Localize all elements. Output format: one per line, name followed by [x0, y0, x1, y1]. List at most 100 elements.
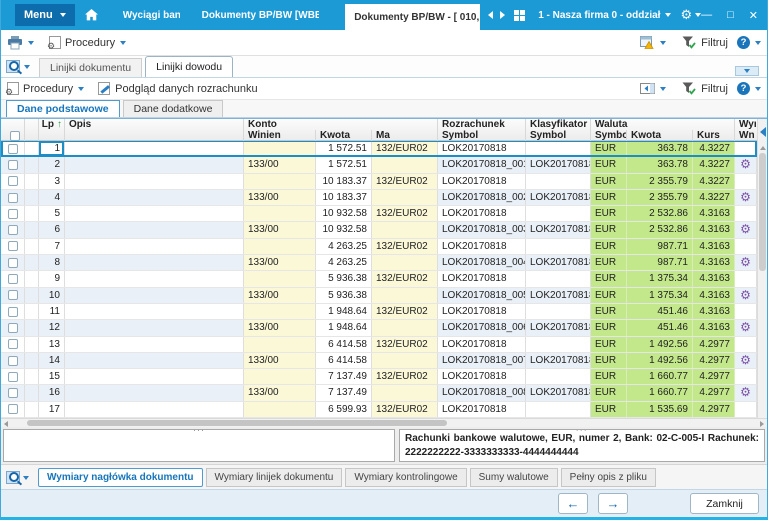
tab-wymiary-linijek[interactable]: Wymiary linijek dokumentu	[206, 468, 343, 487]
titlebar-tab-dokumenty[interactable]: Dokumenty BP/BW [WBEUR02: Wyc	[202, 10, 320, 21]
table-row[interactable]: 310 183.37132/EUR02LOK20170818EUR2 355.7…	[1, 174, 757, 190]
row-select-cell[interactable]	[1, 222, 25, 237]
chevron-down-icon[interactable]	[23, 476, 29, 480]
konto-kwota-cell[interactable]: 5 936.38	[316, 271, 372, 286]
row-checkbox[interactable]	[8, 372, 18, 382]
konto-winien-cell[interactable]: 133/00	[244, 353, 316, 368]
chevron-down-icon[interactable]	[28, 41, 34, 45]
dimensions-gear-icon[interactable]: ⚙	[739, 353, 752, 368]
opis-cell[interactable]	[65, 255, 244, 270]
tab-wymiary-naglowka[interactable]: Wymiary nagłówka dokumentu	[38, 468, 203, 487]
row-select-cell[interactable]	[1, 320, 25, 335]
funnel-filter-icon[interactable]	[682, 36, 696, 49]
vertical-scrollbar-thumb[interactable]	[759, 153, 766, 271]
row-checkbox[interactable]	[8, 144, 18, 154]
konto-kwota-cell[interactable]: 7 137.49	[316, 369, 372, 384]
row-select-cell[interactable]	[1, 288, 25, 303]
tab-scroll-left-icon[interactable]	[488, 11, 493, 19]
table-row[interactable]: 11 572.51132/EUR02LOK20170818EUR363.784.…	[1, 141, 757, 157]
table-row[interactable]: 14133/006 414.58LOK20170818_007LOK201708…	[1, 353, 757, 369]
konto-kwota-cell[interactable]: 7 137.49	[316, 385, 372, 400]
dimensions-gear-icon[interactable]: ⚙	[739, 288, 752, 303]
wymiary-wn-cell[interactable]: ⚙	[735, 353, 757, 368]
row-select-cell[interactable]	[1, 385, 25, 400]
opis-cell[interactable]	[65, 174, 244, 189]
konto-kwota-cell[interactable]: 1 948.64	[316, 320, 372, 335]
tab-pelny-opis[interactable]: Pełny opis z pliku	[561, 468, 656, 487]
menu-button[interactable]: Menu	[15, 4, 75, 26]
row-checkbox[interactable]	[8, 176, 18, 186]
row-checkbox[interactable]	[8, 160, 18, 170]
more-tabs-button[interactable]	[735, 66, 759, 76]
dock-panel-icon[interactable]	[640, 83, 655, 94]
row-select-cell[interactable]	[1, 157, 25, 172]
column-header-opis[interactable]: Opis	[65, 119, 244, 130]
konto-ma-cell[interactable]: 132/EUR02	[372, 174, 438, 189]
table-row[interactable]: 12133/001 948.64LOK20170818_006LOK201708…	[1, 320, 757, 336]
dimensions-gear-icon[interactable]: ⚙	[739, 385, 752, 400]
opis-cell[interactable]	[65, 320, 244, 335]
konto-ma-cell[interactable]: 132/EUR02	[372, 304, 438, 319]
konto-ma-cell[interactable]: 132/EUR02	[372, 369, 438, 384]
konto-ma-cell[interactable]: 132/EUR02	[372, 239, 438, 254]
dimensions-gear-icon[interactable]: ⚙	[739, 190, 752, 205]
wymiary-wn-cell[interactable]: ⚙	[735, 385, 757, 400]
table-row[interactable]: 510 932.58132/EUR02LOK20170818EUR2 532.8…	[1, 206, 757, 222]
konto-kwota-cell[interactable]: 10 932.58	[316, 222, 372, 237]
konto-kwota-cell[interactable]: 10 183.37	[316, 174, 372, 189]
konto-ma-cell[interactable]	[372, 190, 438, 205]
company-selector[interactable]: 1 - Nasza firma 0 - oddział	[538, 10, 671, 21]
konto-kwota-cell[interactable]: 4 263.25	[316, 255, 372, 270]
row-checkbox[interactable]	[8, 388, 18, 398]
table-row[interactable]: 136 414.58132/EUR02LOK20170818EUR1 492.5…	[1, 337, 757, 353]
preview-edit-icon[interactable]	[98, 82, 110, 95]
column-header-klasyfikator-symbol[interactable]: Symbol	[526, 130, 591, 141]
help-icon[interactable]: ?	[737, 36, 750, 49]
table-row[interactable]: 6133/0010 932.58LOK20170818_003LOK201708…	[1, 222, 757, 238]
dimensions-gear-icon[interactable]: ⚙	[739, 157, 752, 172]
table-row[interactable]: 157 137.49132/EUR02LOK20170818EUR1 660.7…	[1, 369, 757, 385]
table-row[interactable]: 176 599.93132/EUR02LOK20170818EUR1 535.6…	[1, 402, 757, 418]
horizontal-scrollbar[interactable]	[1, 418, 767, 427]
konto-winien-cell[interactable]	[244, 337, 316, 352]
minimize-button[interactable]: —	[701, 9, 712, 21]
konto-kwota-cell[interactable]: 5 936.38	[316, 288, 372, 303]
wymiary-wn-cell[interactable]: ⚙	[735, 222, 757, 237]
opis-cell[interactable]	[65, 402, 244, 417]
titlebar-settings[interactable]: ⚙	[680, 8, 701, 23]
tab-scroll-right-icon[interactable]	[500, 11, 505, 19]
konto-ma-cell[interactable]: 132/EUR02	[372, 206, 438, 221]
opis-cell[interactable]	[65, 369, 244, 384]
wymiary-wn-cell[interactable]: ⚙	[735, 157, 757, 172]
vertical-scrollbar[interactable]	[757, 119, 767, 418]
opis-cell[interactable]	[65, 206, 244, 221]
opis-cell[interactable]	[65, 353, 244, 368]
konto-kwota-cell[interactable]: 6 414.58	[316, 353, 372, 368]
row-checkbox[interactable]	[8, 225, 18, 235]
opis-cell[interactable]	[65, 304, 244, 319]
konto-winien-cell[interactable]: 133/00	[244, 222, 316, 237]
panel-grip[interactable]: ···	[193, 427, 205, 433]
row-select-cell[interactable]	[1, 255, 25, 270]
konto-ma-cell[interactable]	[372, 320, 438, 335]
tab-wymiary-kontrolingowe[interactable]: Wymiary kontrolingowe	[345, 468, 466, 487]
row-select-cell[interactable]	[1, 206, 25, 221]
panel-grip[interactable]: ···	[576, 429, 588, 433]
table-row[interactable]: 2133/001 572.51LOK20170818_001LOK2017081…	[1, 157, 757, 173]
konto-kwota-cell[interactable]: 6 414.58	[316, 337, 372, 352]
column-header-winien[interactable]: Winien	[244, 130, 316, 141]
row-checkbox[interactable]	[8, 193, 18, 203]
opis-cell[interactable]	[65, 141, 244, 156]
row-select-cell[interactable]	[1, 174, 25, 189]
scroll-right-icon[interactable]	[760, 421, 764, 427]
row-checkbox[interactable]	[8, 290, 18, 300]
scroll-up-icon[interactable]	[760, 146, 766, 150]
row-checkbox[interactable]	[8, 339, 18, 349]
konto-winien-cell[interactable]: 133/00	[244, 288, 316, 303]
konto-ma-cell[interactable]: 132/EUR02	[372, 271, 438, 286]
table-row[interactable]: 10133/005 936.38LOK20170818_005LOK201708…	[1, 288, 757, 304]
column-header-kurs[interactable]: Kurs	[693, 130, 735, 141]
wymiary-wn-cell[interactable]: ⚙	[735, 288, 757, 303]
maximize-button[interactable]: □	[727, 9, 734, 21]
close-button[interactable]: ✕	[749, 9, 758, 22]
